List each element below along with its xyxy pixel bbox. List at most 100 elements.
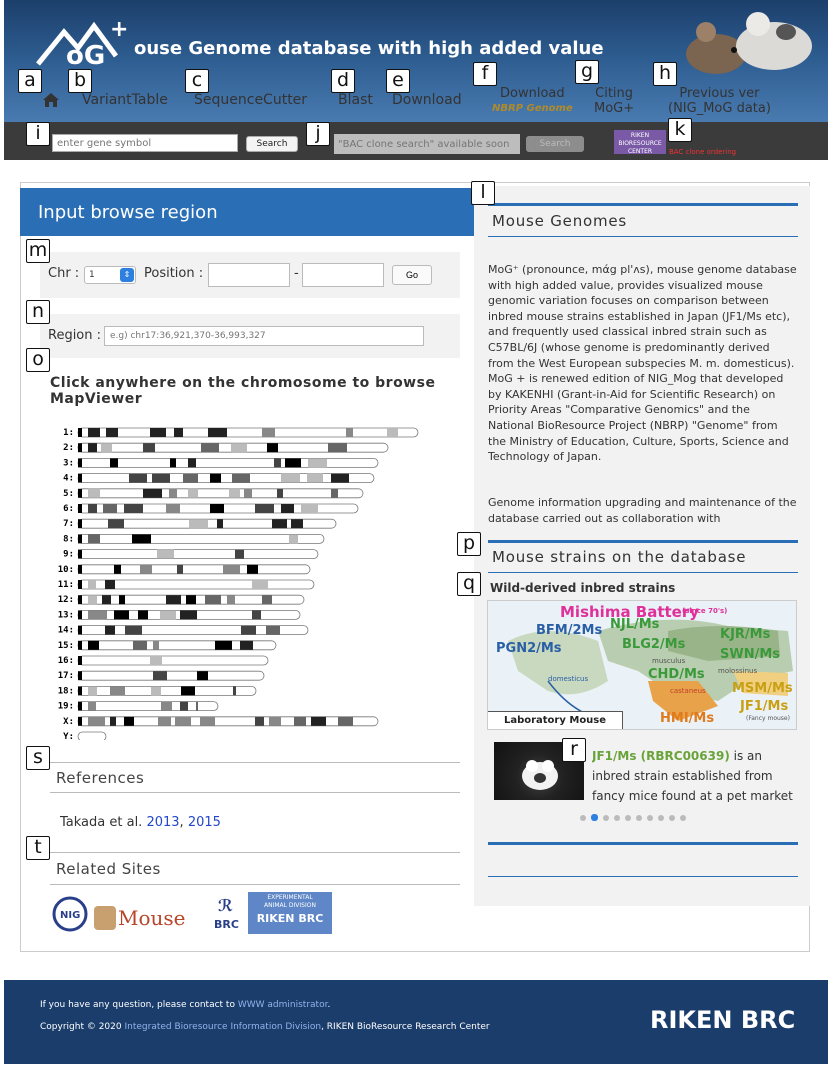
nig-logo[interactable]: NIG [52,896,88,932]
section-bar [488,203,798,206]
bac-clone-ordering-link[interactable]: BAC clone ordering [669,148,736,156]
related-sites-heading: Related Sites [56,860,161,878]
divider [50,762,460,763]
chromosome-bar[interactable] [77,564,311,575]
carousel-dot[interactable] [658,815,664,821]
carousel-dot[interactable] [580,815,586,821]
map-label-molossinus: molossinus [718,667,758,675]
chromosome-bar[interactable] [77,655,269,666]
chromosome-label: 3: [63,458,74,468]
chromosome-ideogram-svg[interactable]: 1: 2: 3: 4: 5: 6: 7: 8: 9: 10: 11: 12: 13: 14: 15: 16: 1… [54,420,454,742]
nav-previous-version[interactable]: Previous ver (NIG_MoG data) [668,86,771,116]
nav-download-nbrp[interactable]: Download NBRP Genome [492,86,573,116]
chromosome-band [132,534,151,544]
brc-logo-text: BRC [214,918,239,931]
riken-brc-logo[interactable]: RIKEN BIORESOURCE CENTER [614,130,666,155]
gene-search-button[interactable]: Search [246,136,298,152]
chromosome-bar[interactable] [77,731,107,742]
chromosome-band [160,610,176,620]
chromosome-band [88,443,97,453]
carousel-dot[interactable] [647,815,653,821]
callout-n: n [26,300,50,324]
chromosome-bar[interactable] [77,716,379,727]
chromosome-bar[interactable] [77,549,319,560]
chromosome-band [88,504,97,513]
chromosome-band [181,686,195,696]
carousel-dot[interactable] [614,815,620,821]
carousel-dot[interactable] [625,815,631,821]
nav-sequence-cutter[interactable]: SequenceCutter [194,92,307,108]
nav-download[interactable]: Download [392,92,462,108]
reference-2013-link[interactable]: 2013 [146,815,179,830]
region-input[interactable] [104,326,424,346]
section-line [488,236,798,237]
chromosome-bar[interactable] [77,488,364,499]
chromosome-band [105,580,115,589]
map-label-hmi: HMI/Ms [660,711,715,726]
carousel-dot-active[interactable] [591,814,598,821]
strain-name-link[interactable]: JF1/Ms (RBRC00639) [592,749,730,763]
carousel-dot[interactable] [636,815,642,821]
gene-search-input[interactable] [52,134,238,152]
carousel-dot[interactable] [669,815,675,821]
chr-select[interactable]: 1 ⇕ [84,266,136,284]
carousel-dot[interactable] [680,815,686,821]
mog-logo-icon[interactable]: oG + [36,14,146,70]
mouse-logo-text: Mouse [118,906,186,930]
nav-citing[interactable]: Citing MoG+ [594,86,634,116]
chromosome-band [233,686,236,696]
exp-line2: ANIMAL DIVISION [264,902,316,909]
chromosome-band [110,458,118,468]
callout-p: p [457,532,481,556]
chromosome-bar[interactable] [77,685,257,696]
admin-contact-link[interactable]: WWW administrator [238,1000,328,1010]
chromosome-band [208,428,227,437]
mouse-resource-logo[interactable]: Mouse [94,902,202,932]
reference-2015-link[interactable]: 2015 [188,815,221,830]
browse-region-heading: Input browse region [20,188,475,236]
chromosome-bar[interactable] [77,534,325,544]
chromosome-bar[interactable] [77,427,419,438]
chromosome-band [153,640,159,650]
chromosome-band [189,519,208,529]
map-label-since: (since 70's) [682,607,728,615]
region-label: Region : [48,328,102,343]
chromosome-label: 17: [58,671,74,681]
nav-variant-table[interactable]: VariantTable [82,92,168,108]
position-start-input[interactable] [208,263,290,287]
map-label-blg: BLG2/Ms [622,637,686,652]
home-icon[interactable] [42,92,60,108]
mouse-strains-heading: Mouse strains on the database [492,548,747,566]
chromosome-band [177,564,183,574]
chromosome-band [210,473,221,483]
position-end-input[interactable] [302,263,384,287]
strains-map[interactable]: Mishima Battery (since 70's) BFM/2Ms NJL… [487,600,797,730]
nig-logo-text: NIG [60,910,80,921]
carousel-dots[interactable] [580,806,691,821]
brc-logo[interactable]: ℛ BRC [214,896,240,934]
chromosome-bar[interactable] [77,670,265,681]
chromosome-band [201,443,219,453]
experimental-animal-division-logo[interactable]: EXPERIMENTAL ANIMAL DIVISION RIKEN BRC [248,892,332,934]
chromosome-label: 11: [58,580,74,590]
chromosome-band [88,701,96,711]
map-label-kjr: KJR/Ms [720,627,771,642]
chromosome-band [331,473,349,483]
chromosome-band [244,488,252,498]
go-button[interactable]: Go [392,265,432,285]
chromosome-band [88,488,100,498]
chromosome-band [166,595,181,605]
chromosome-bar[interactable] [77,458,379,468]
division-link[interactable]: Integrated Bioresource Information Divis… [124,1022,321,1032]
chromosome-band [217,519,223,529]
chromosome-band [262,595,272,605]
chromosome-ideogram[interactable]: 1: 2: 3: 4: 5: 6: 7: 8: 9: 10: 11: 12: 13: 14: 15: 16: 1… [54,420,454,742]
chromosome-label: 14: [58,626,74,636]
nav-blast[interactable]: Blast [338,92,373,108]
carousel-dot[interactable] [603,815,609,821]
footer-copyright: Copyright © 2020 Integrated Bioresource … [40,1022,490,1032]
chromosome-band [183,473,198,483]
chromosome-band [170,458,176,468]
chromosome-band [311,716,326,726]
chromosome-bar[interactable] [77,473,375,483]
